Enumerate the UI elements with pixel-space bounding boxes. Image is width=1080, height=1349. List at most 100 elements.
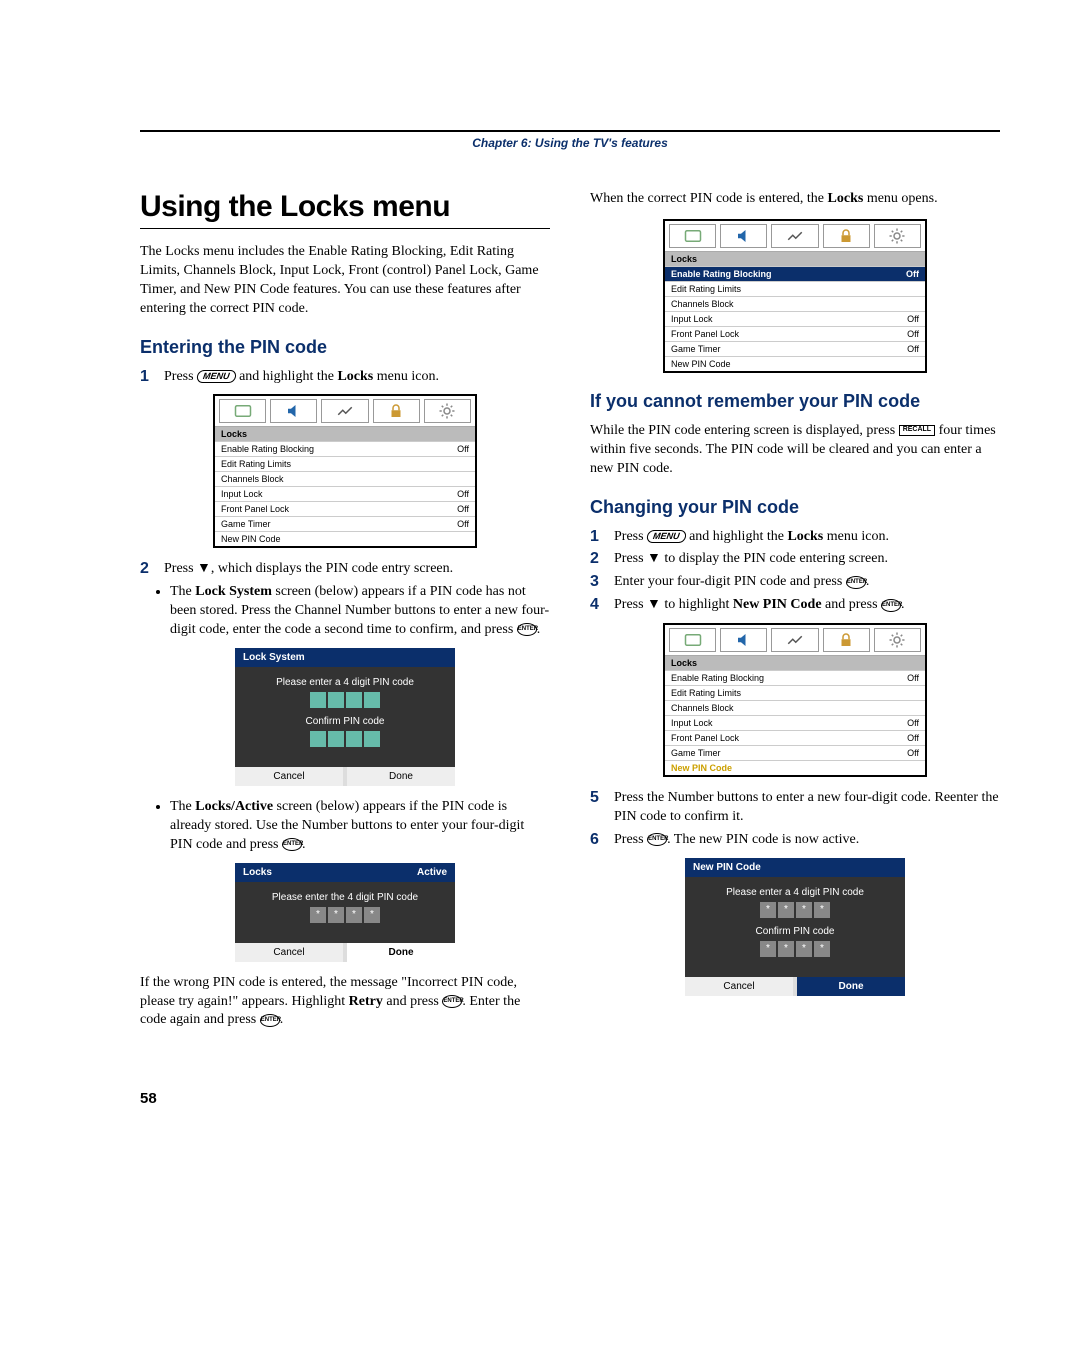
menu-row: Edit Rating Limits [215,456,475,471]
step-5: 5 Press the Number buttons to enter a ne… [590,789,1000,827]
tab-audio-icon [720,628,767,652]
tab-picture-icon [669,224,716,248]
dlg-msg2: Confirm PIN code [697,926,893,937]
menu-row: Game TimerOff [665,341,925,356]
tab-preferences-icon [424,399,471,423]
dlg-title: Lock System [243,652,305,663]
dlg-msg1: Please enter a 4 digit PIN code [697,887,893,898]
step-number: 3 [590,573,604,591]
entering-pin-heading: Entering the PIN code [140,337,550,358]
pin-entry-cells: **** [697,902,893,918]
enter-key-icon: ENTER [282,838,302,851]
step-number: 2 [590,550,604,568]
enter-key-icon: ENTER [517,623,537,636]
tab-picture-icon [219,399,266,423]
menu-row: Front Panel LockOff [665,730,925,745]
menu-tab-bar [665,221,925,252]
tab-audio-icon [720,224,767,248]
dlg-msg: Please enter the 4 digit PIN code [247,892,443,903]
step-1: 1 Press MENU and highlight the Locks men… [590,528,1000,547]
menu-row: Channels Block [215,471,475,486]
enter-key-icon: ENTER [442,995,462,1008]
step-2: 2 Press ▼ to display the PIN code enteri… [590,550,1000,569]
menu-row: New PIN Code [665,356,925,371]
forgot-pin-heading: If you cannot remember your PIN code [590,391,1000,412]
wrong-pin-text: If the wrong PIN code is entered, the me… [140,974,550,1031]
step-number: 4 [590,596,604,614]
menu-row: Edit Rating Limits [665,685,925,700]
chapter-header: Chapter 6: Using the TV's features [140,130,1000,150]
step1-locks: Locks [337,369,373,384]
tab-locks-icon [373,399,420,423]
menu-row-highlighted: New PIN Code [665,760,925,775]
menu-header: Locks [665,252,925,266]
step1-text-b: and highlight the [239,369,337,384]
menu-header: Locks [665,656,925,670]
step-3: 3 Enter your four-digit PIN code and pre… [590,573,1000,592]
menu-key-icon: MENU [646,530,686,543]
enter-key-icon: ENTER [846,576,866,589]
pin-entry-cells: **** [247,907,443,923]
tab-setup-icon [771,628,818,652]
menu-row: Channels Block [665,296,925,311]
locks-menu-screenshot-3: Locks Enable Rating BlockingOff Edit Rat… [663,623,927,777]
enter-key-icon: ENTER [647,833,667,846]
done-button[interactable]: Done [797,977,905,996]
step1-text-c: menu icon. [377,369,439,384]
dlg-status: Active [417,867,447,878]
menu-row: Game TimerOff [665,745,925,760]
done-button[interactable]: Done [347,943,455,962]
tab-locks-icon [823,628,870,652]
menu-key-icon: MENU [196,370,236,383]
changing-pin-heading: Changing your PIN code [590,497,1000,518]
menu-row: Enable Rating BlockingOff [665,670,925,685]
menu-row: Game TimerOff [215,516,475,531]
new-pin-dialog: New PIN Code Please enter a 4 digit PIN … [685,858,905,996]
menu-row: Input LockOff [665,311,925,326]
menu-header: Locks [215,427,475,441]
step-number: 6 [590,831,604,849]
cancel-button[interactable]: Cancel [235,943,343,962]
dlg-msg2: Confirm PIN code [247,716,443,727]
menu-row: Front Panel LockOff [215,501,475,516]
dlg-title: Locks [243,867,272,878]
pin-confirm-cells: **** [697,941,893,957]
tab-locks-icon [823,224,870,248]
page-title: Using the Locks menu [140,190,550,224]
dlg-msg1: Please enter a 4 digit PIN code [247,677,443,688]
bullet-lock-system: The Lock System screen (below) appears i… [170,583,550,640]
tab-setup-icon [321,399,368,423]
step-4: 4 Press ▼ to highlight New PIN Code and … [590,596,1000,615]
forgot-pin-text: While the PIN code entering screen is di… [590,422,1000,479]
step2-text: Press ▼, which displays the PIN code ent… [164,560,550,579]
lock-system-dialog: Lock System Please enter a 4 digit PIN c… [235,648,455,786]
step-number: 2 [140,560,154,578]
menu-row: New PIN Code [215,531,475,546]
right-top-text: When the correct PIN code is entered, th… [590,190,1000,209]
menu-row: Channels Block [665,700,925,715]
step-2: 2 Press ▼, which displays the PIN code e… [140,560,550,579]
step-6: 6 Press ENTER. The new PIN code is now a… [590,831,1000,850]
tab-picture-icon [669,628,716,652]
dlg-title: New PIN Code [693,862,761,873]
tab-setup-icon [771,224,818,248]
tab-preferences-icon [874,628,921,652]
locks-menu-screenshot-2: Locks Enable Rating BlockingOff Edit Rat… [663,219,927,373]
menu-tab-bar [665,625,925,656]
left-column: Using the Locks menu The Locks menu incl… [140,190,550,1040]
menu-row: Input LockOff [215,486,475,501]
done-button[interactable]: Done [347,767,455,786]
cancel-button[interactable]: Cancel [685,977,793,996]
step1-text-a: Press [164,369,197,384]
cancel-button[interactable]: Cancel [235,767,343,786]
menu-row: Edit Rating Limits [665,281,925,296]
menu-tab-bar [215,396,475,427]
page-number: 58 [140,1090,1000,1107]
recall-key-icon: RECALL [899,425,935,435]
tab-audio-icon [270,399,317,423]
menu-row: Enable Rating BlockingOff [215,441,475,456]
bullet-locks-active: The Locks/Active screen (below) appears … [170,798,550,855]
locks-active-dialog: Locks Active Please enter the 4 digit PI… [235,863,455,962]
enter-key-icon: ENTER [260,1014,280,1027]
title-rule [140,228,550,229]
